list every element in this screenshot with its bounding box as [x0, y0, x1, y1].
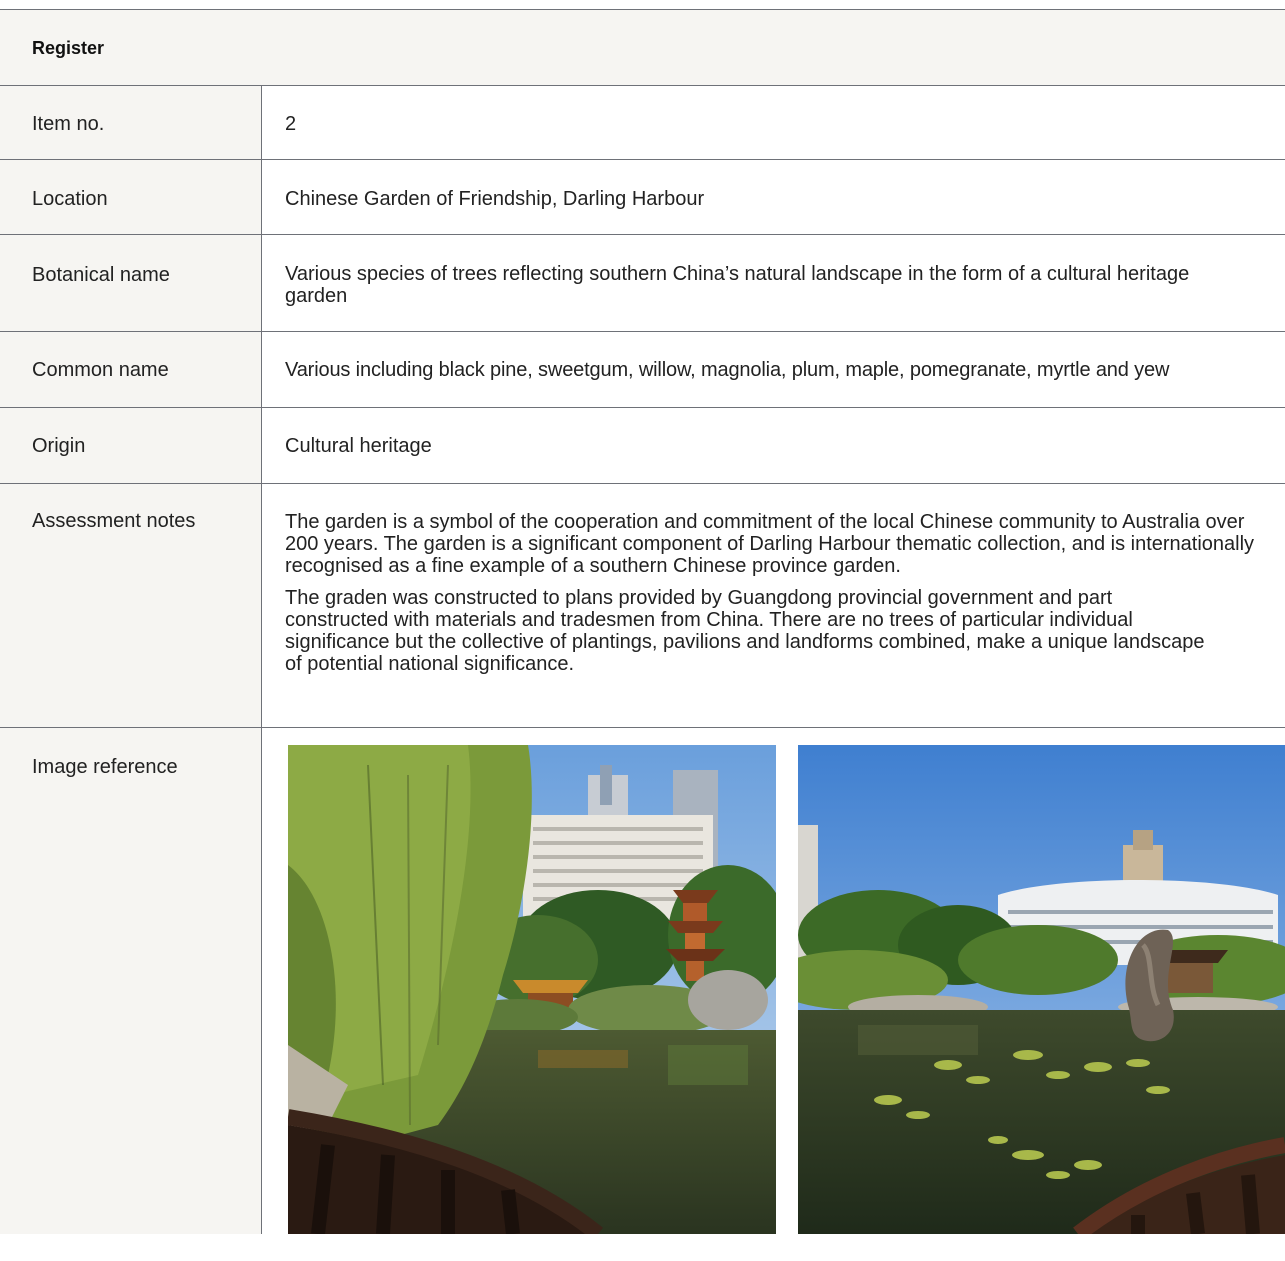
row-value-origin: Cultural heritage — [285, 435, 432, 457]
label-cell-location: Location — [0, 160, 262, 234]
row-label-common-name: Common name — [32, 359, 169, 381]
row-label-image-reference: Image reference — [32, 756, 178, 778]
garden-photo-pond-rock — [798, 745, 1285, 1234]
row-value-botanical-name: Various species of trees reflecting sout… — [285, 263, 1190, 307]
assessment-paragraph: The garden is a symbol of the cooperatio… — [285, 511, 1255, 577]
row-label-origin: Origin — [32, 435, 86, 457]
label-cell-common-name: Common name — [0, 332, 262, 407]
register-title: Register — [32, 38, 105, 58]
label-cell-image-reference: Image reference — [0, 728, 262, 1234]
row-value-assessment-notes: The garden is a symbol of the cooperatio… — [285, 511, 1280, 675]
register-header: Register — [0, 9, 1285, 85]
row-label-item-no: Item no. — [32, 113, 105, 135]
label-cell-botanical-name: Botanical name — [0, 235, 262, 331]
label-cell-assessment-notes: Assessment notes — [0, 484, 262, 727]
row-label-botanical-name: Botanical name — [32, 264, 170, 286]
row-value-item-no: 2 — [285, 113, 297, 135]
row-label-assessment-notes: Assessment notes — [32, 510, 196, 532]
row-label-location: Location — [32, 188, 108, 210]
row-value-common-name: Various including black pine, sweetgum, … — [285, 359, 1170, 381]
garden-photo-willow-pagoda — [288, 745, 776, 1234]
label-cell-item-no: Item no. — [0, 86, 262, 159]
assessment-paragraph: The graden was constructed to plans prov… — [285, 587, 1205, 675]
top-rule — [0, 9, 1285, 10]
row-value-location: Chinese Garden of Friendship, Darling Ha… — [285, 188, 705, 210]
label-cell-origin: Origin — [0, 408, 262, 483]
